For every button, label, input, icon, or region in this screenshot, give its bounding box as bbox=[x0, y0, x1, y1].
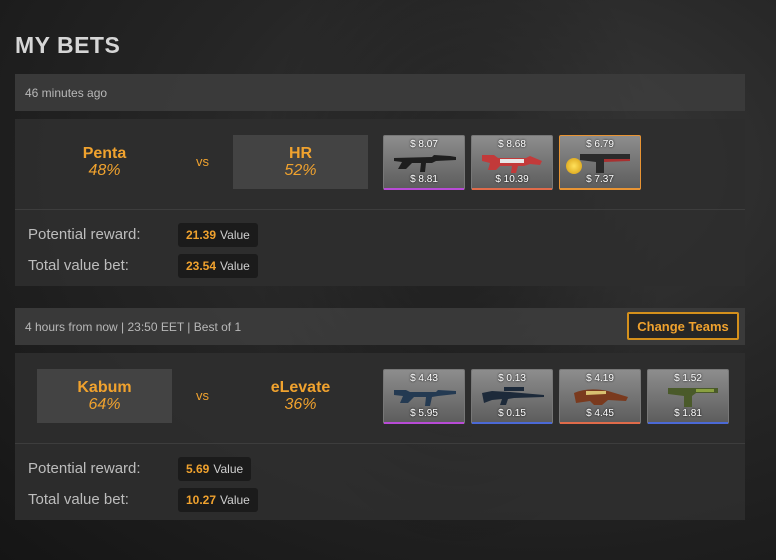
team-1[interactable]: Kabum 64% bbox=[37, 369, 172, 423]
total-value-bet: 10.27 Value bbox=[178, 488, 258, 512]
rarity-bar bbox=[472, 422, 552, 424]
bet-item[interactable]: $ 4.19 $ 4.45 bbox=[559, 369, 641, 424]
item-price-bottom: $ 10.39 bbox=[495, 174, 529, 185]
sniper-rifle-icon bbox=[482, 387, 544, 405]
bet-time-text: 4 hours from now | 23:50 EET | Best of 1 bbox=[25, 319, 242, 334]
bet-item[interactable]: $ 0.13 $ 0.15 bbox=[471, 369, 553, 424]
value-unit: Value bbox=[213, 462, 244, 476]
potential-reward-amount: 21.39 bbox=[186, 228, 217, 242]
rarity-bar bbox=[560, 422, 640, 424]
item-price-bottom: $ 0.15 bbox=[498, 408, 526, 419]
item-price-bottom: $ 7.37 bbox=[586, 174, 614, 185]
bet-time-text: 46 minutes ago bbox=[25, 85, 108, 100]
team-percentage: 64% bbox=[88, 396, 121, 413]
bet-item[interactable]: $ 8.68 $ 10.39 bbox=[471, 135, 553, 190]
bet-item[interactable]: $ 4.43 $ 5.95 bbox=[383, 369, 465, 424]
divider bbox=[15, 443, 745, 444]
bet-time-bar: 46 minutes ago bbox=[15, 74, 745, 111]
bet-item[interactable]: $ 1.52 $ 1.81 bbox=[647, 369, 729, 424]
value-unit: Value bbox=[220, 228, 250, 242]
team-percentage: 52% bbox=[284, 162, 317, 179]
divider bbox=[15, 209, 745, 210]
rarity-bar bbox=[648, 422, 728, 424]
p90-icon bbox=[574, 389, 628, 405]
total-value-label: Total value bet: bbox=[28, 257, 129, 274]
vs-label: vs bbox=[196, 388, 209, 403]
usp-s-icon bbox=[668, 388, 718, 407]
team-percentage: 36% bbox=[284, 396, 317, 413]
bet-item[interactable]: $ 8.07 $ 8.81 bbox=[383, 135, 465, 190]
m4a4-icon bbox=[482, 155, 542, 173]
item-price-bottom: $ 8.81 bbox=[410, 174, 438, 185]
rarity-bar bbox=[560, 188, 640, 190]
total-value-amount: 23.54 bbox=[186, 259, 217, 273]
team-2[interactable]: eLevate 36% bbox=[233, 369, 368, 423]
change-teams-button[interactable]: Change Teams bbox=[627, 312, 739, 340]
team-2[interactable]: HR 52% bbox=[233, 135, 368, 189]
m4a1-s-icon bbox=[394, 390, 456, 406]
team-name: eLevate bbox=[270, 379, 331, 396]
potential-reward-label: Potential reward: bbox=[28, 460, 141, 477]
potential-reward-value: 5.69 Value bbox=[178, 457, 252, 481]
potential-reward-amount: 5.69 bbox=[186, 462, 210, 476]
rarity-bar bbox=[384, 422, 464, 424]
team-name: HR bbox=[288, 145, 313, 162]
bet-card: Kabum 64% vs eLevate 36% $ 4.43 $ 5.95 $… bbox=[15, 353, 745, 520]
vs-label: vs bbox=[196, 154, 209, 169]
page-title: MY BETS bbox=[15, 32, 121, 58]
potential-reward-label: Potential reward: bbox=[28, 226, 141, 243]
rarity-bar bbox=[384, 188, 464, 190]
bet-item[interactable]: $ 6.79 $ 7.37 bbox=[559, 135, 641, 190]
ak47-icon bbox=[394, 155, 456, 172]
team-name: Penta bbox=[82, 145, 127, 162]
total-value-label: Total value bet: bbox=[28, 491, 129, 508]
value-unit: Value bbox=[220, 493, 250, 507]
item-price-bottom: $ 1.81 bbox=[674, 408, 702, 419]
total-value-bet: 23.54 Value bbox=[178, 254, 258, 278]
team-name: Kabum bbox=[77, 379, 132, 396]
total-value-amount: 10.27 bbox=[186, 493, 217, 507]
item-price-bottom: $ 4.45 bbox=[586, 408, 614, 419]
potential-reward-value: 21.39 Value bbox=[178, 223, 258, 247]
sticker-medal-icon bbox=[566, 158, 582, 174]
rarity-bar bbox=[472, 188, 552, 190]
team-1[interactable]: Penta 48% bbox=[37, 135, 172, 189]
team-percentage: 48% bbox=[88, 162, 121, 179]
item-price-bottom: $ 5.95 bbox=[410, 408, 438, 419]
bet-card: Penta 48% vs HR 52% $ 8.07 $ 8.81 $ 8.68… bbox=[15, 119, 745, 286]
value-unit: Value bbox=[220, 259, 250, 273]
